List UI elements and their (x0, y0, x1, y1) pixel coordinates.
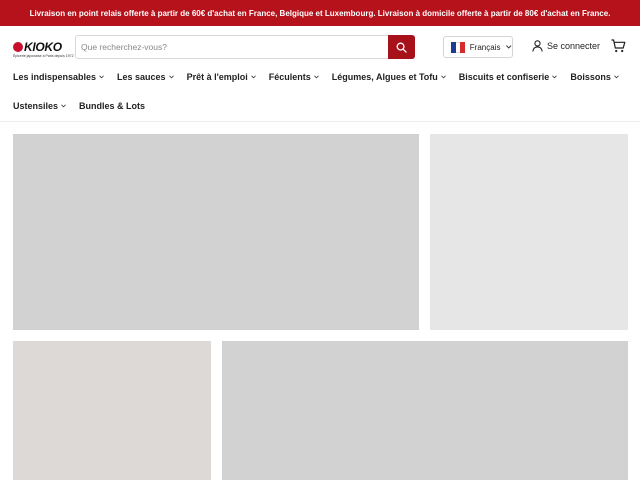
chevron-down-icon (99, 75, 104, 79)
chevron-down-icon (613, 75, 619, 79)
user-icon (532, 40, 543, 52)
logo-wordmark: KIOKO (24, 40, 62, 54)
search-icon (396, 42, 407, 53)
hero-banner-placeholder[interactable] (13, 134, 419, 330)
chevron-down-icon (61, 104, 66, 108)
main-navigation: Les indispensables Les sauces Prêt à l'e… (13, 70, 628, 113)
cart-icon (611, 39, 626, 53)
search-input[interactable] (76, 36, 388, 58)
chevron-down-icon (506, 45, 512, 49)
nav-item-ustensiles[interactable]: Ustensiles (13, 101, 66, 111)
site-header: KIOKO Épicerie japonaise à Paris depuis … (0, 26, 640, 122)
language-selector[interactable]: Français (443, 36, 513, 58)
chevron-down-icon (440, 75, 446, 79)
logo-tagline: Épicerie japonaise à Paris depuis 1972 (13, 54, 74, 58)
nav-item-les-sauces[interactable]: Les sauces (117, 72, 174, 82)
promo-tile-placeholder[interactable] (13, 341, 211, 480)
search-button[interactable] (388, 35, 415, 59)
cart-button[interactable] (611, 39, 626, 58)
login-link[interactable]: Se connecter (532, 40, 600, 52)
nav-item-les-indispensables[interactable]: Les indispensables (13, 72, 104, 82)
nav-item-biscuits-confiserie[interactable]: Biscuits et confiserie (459, 72, 558, 82)
nav-item-feculents[interactable]: Féculents (269, 72, 319, 82)
nav-row-primary: Les indispensables Les sauces Prêt à l'e… (13, 70, 628, 84)
nav-item-boissons[interactable]: Boissons (570, 72, 619, 82)
chevron-down-icon (168, 75, 174, 79)
chevron-down-icon (250, 75, 256, 79)
chevron-down-icon (552, 75, 558, 79)
kioko-logo[interactable]: KIOKO Épicerie japonaise à Paris depuis … (13, 39, 74, 61)
nav-item-pret-a-l-emploi[interactable]: Prêt à l'emploi (187, 72, 256, 82)
chevron-down-icon (313, 75, 319, 79)
nav-item-legumes-algues-tofu[interactable]: Légumes, Algues et Tofu (332, 72, 446, 82)
nav-item-bundles-lots[interactable]: Bundles & Lots (79, 101, 145, 111)
promo-banner: Livraison en point relais offerte à part… (0, 0, 640, 26)
feature-banner-placeholder[interactable] (222, 341, 628, 480)
side-banner-placeholder[interactable] (430, 134, 628, 330)
logo-dot (13, 42, 23, 52)
promo-text: Livraison en point relais offerte à part… (29, 8, 611, 18)
login-label: Se connecter (547, 41, 601, 51)
language-label: Français (469, 42, 501, 52)
nav-row-secondary: Ustensiles Bundles & Lots (13, 99, 628, 113)
search-bar (75, 35, 415, 59)
france-flag-icon (451, 41, 465, 53)
